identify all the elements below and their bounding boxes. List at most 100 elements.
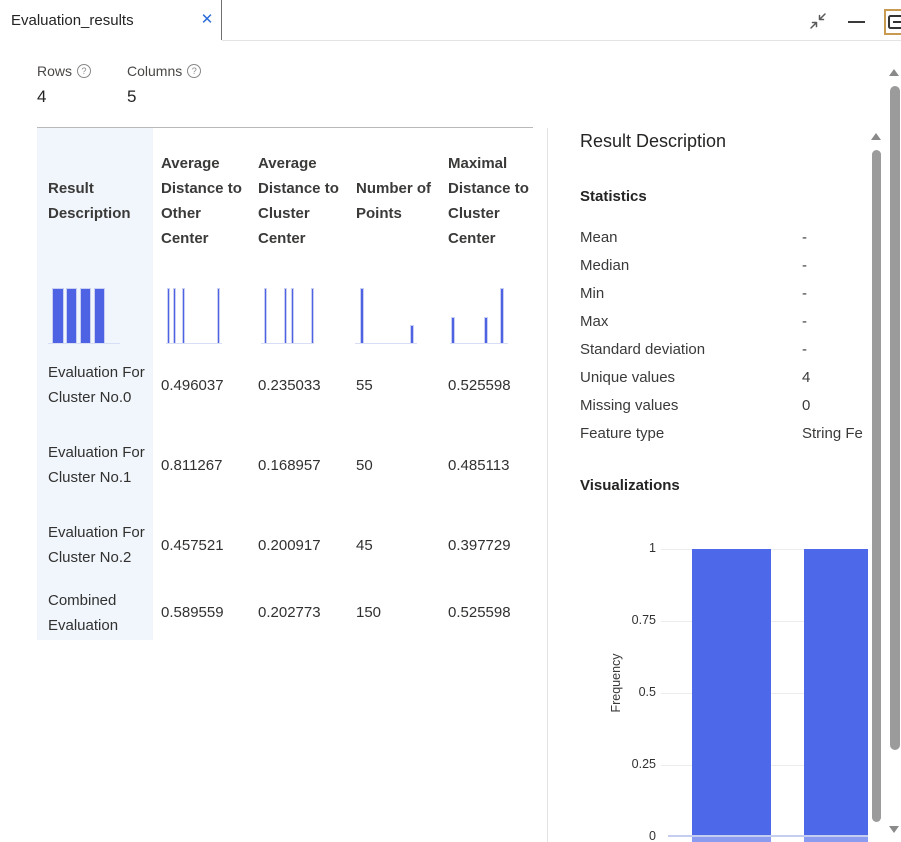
stat-value: - — [802, 341, 807, 358]
y-tick-025: 0.25 — [631, 757, 656, 771]
sparkline-bar — [264, 288, 268, 343]
stat-label: Missing values — [580, 397, 679, 414]
table-cell: 150 — [356, 604, 382, 621]
sparkline-bar — [66, 288, 78, 343]
stat-row-max: Max - — [580, 313, 866, 341]
stat-row-mean: Mean - — [580, 229, 866, 257]
row-label: Evaluation For Cluster No.0 — [37, 345, 153, 425]
stat-value: 0 — [802, 397, 811, 414]
stat-row-median: Median - — [580, 257, 866, 285]
statistics-heading: Statistics — [580, 188, 647, 205]
panel-scroll-up-icon[interactable] — [871, 133, 881, 140]
frequency-chart-plot — [668, 549, 868, 842]
sparkline-bar — [167, 288, 171, 343]
column-header-number-of-points[interactable]: Number of Points — [348, 128, 440, 273]
table-cell: 0.168957 — [258, 456, 321, 474]
row-label: Evaluation For Cluster No.1 — [37, 425, 153, 505]
table-cell: 0.496037 — [161, 376, 224, 394]
sparkline-avg-dist-other-center — [153, 273, 250, 345]
sparkline-bar — [182, 288, 186, 343]
columns-label: Columns ? — [127, 63, 202, 79]
tabbar-divider — [222, 40, 901, 41]
rows-value: 4 — [37, 87, 47, 106]
sparkline-bar — [310, 288, 314, 343]
sparkline-bar — [173, 288, 177, 343]
stat-label: Median — [580, 257, 630, 274]
sparkline-bar — [283, 288, 287, 343]
sparkline-bar — [451, 317, 456, 343]
stat-row-feature-type: Feature type String Fe — [580, 425, 866, 453]
sparkline-avg-dist-cluster-center — [250, 273, 348, 345]
tab-bar: Evaluation_results ✕ — [0, 0, 901, 41]
stat-row-standard-deviation: Standard deviation - — [580, 341, 866, 369]
rows-help-icon[interactable]: ? — [77, 64, 92, 78]
sparkline-max-dist-cluster-center — [440, 273, 533, 345]
window-scroll-up-icon[interactable] — [889, 69, 899, 76]
sparkline-bar — [484, 316, 489, 343]
y-tick-075: 0.75 — [631, 613, 656, 627]
row-label: Combined Evaluation — [37, 585, 153, 640]
stat-value: - — [802, 257, 807, 274]
columns-value: 5 — [127, 87, 137, 106]
stat-label: Max — [580, 313, 609, 330]
window-scroll-down-icon[interactable] — [889, 826, 899, 833]
frequency-bar — [804, 549, 868, 842]
stat-value: - — [802, 229, 807, 246]
visualizations-heading: Visualizations — [580, 477, 680, 494]
column-header-result-description[interactable]: Result Description — [37, 128, 153, 273]
sparkline-bar — [216, 288, 221, 343]
stat-value: String Fe — [802, 425, 863, 442]
table-cell: 0.485113 — [448, 456, 510, 474]
stat-label: Feature type — [580, 425, 665, 442]
y-tick-0: 0 — [649, 829, 656, 842]
y-tick-1: 1 — [649, 541, 656, 555]
tab-close-icon[interactable]: ✕ — [197, 10, 217, 30]
table-cell: 50 — [356, 456, 373, 474]
sparkline-bar — [94, 288, 106, 343]
columns-help-icon[interactable]: ? — [187, 64, 202, 78]
stat-row-min: Min - — [580, 285, 866, 313]
stat-row-unique-values: Unique values 4 — [580, 369, 866, 397]
tab-evaluation-results[interactable]: Evaluation_results — [0, 0, 221, 40]
column-header-max-dist-cluster-center[interactable]: Maximal Distance to Cluster Center — [440, 128, 533, 273]
tab-separator — [221, 0, 222, 40]
table-cell: 0.525598 — [448, 376, 511, 394]
panel-title: Result Description — [580, 131, 727, 151]
stat-label: Min — [580, 285, 605, 302]
table-cell: 0.397729 — [448, 536, 511, 554]
table-cell: 0.202773 — [258, 604, 321, 621]
stat-value: 4 — [802, 369, 811, 386]
stat-label: Standard deviation — [580, 341, 706, 358]
sparkline-bar — [80, 288, 92, 343]
table-cell: 0.811267 — [161, 456, 223, 474]
window-scrollbar-thumb[interactable] — [890, 86, 900, 750]
stat-row-missing-values: Missing values 0 — [580, 397, 866, 425]
chart-y-axis-label: Frequency — [609, 653, 623, 713]
y-tick-05: 0.5 — [638, 685, 656, 699]
sparkline-number-of-points — [348, 273, 440, 345]
minimize-icon[interactable] — [848, 21, 865, 23]
table-cell: 0.589559 — [161, 604, 224, 621]
table-cell: 0.457521 — [161, 536, 224, 554]
sparkline-result-description — [37, 273, 153, 345]
row-label: Evaluation For Cluster No.2 — [37, 505, 153, 585]
table-cell: 0.235033 — [258, 376, 321, 394]
table-cell: 55 — [356, 376, 373, 394]
stat-value: - — [802, 285, 807, 302]
stat-value: - — [802, 313, 807, 330]
columns-label-text: Columns — [127, 63, 183, 79]
stat-label: Mean — [580, 229, 618, 246]
popout-window-icon[interactable] — [884, 9, 901, 35]
sparkline-bar — [359, 288, 364, 343]
statistics-list: Mean - Median - Min - Max - Standard dev… — [580, 229, 866, 453]
sparkline-bar — [51, 288, 64, 343]
column-header-avg-dist-other-center[interactable]: Average Distance to Other Center — [153, 128, 250, 273]
rows-label: Rows ? — [37, 63, 92, 79]
sparkline-bar — [291, 288, 295, 343]
sparkline-bar — [499, 288, 504, 343]
tab-title: Evaluation_results — [11, 11, 134, 29]
collapse-window-icon[interactable] — [808, 11, 828, 31]
table-cell: 0.525598 — [448, 604, 511, 621]
column-header-avg-dist-cluster-center[interactable]: Average Distance to Cluster Center — [250, 128, 348, 273]
panel-scrollbar-thumb[interactable] — [872, 150, 881, 822]
